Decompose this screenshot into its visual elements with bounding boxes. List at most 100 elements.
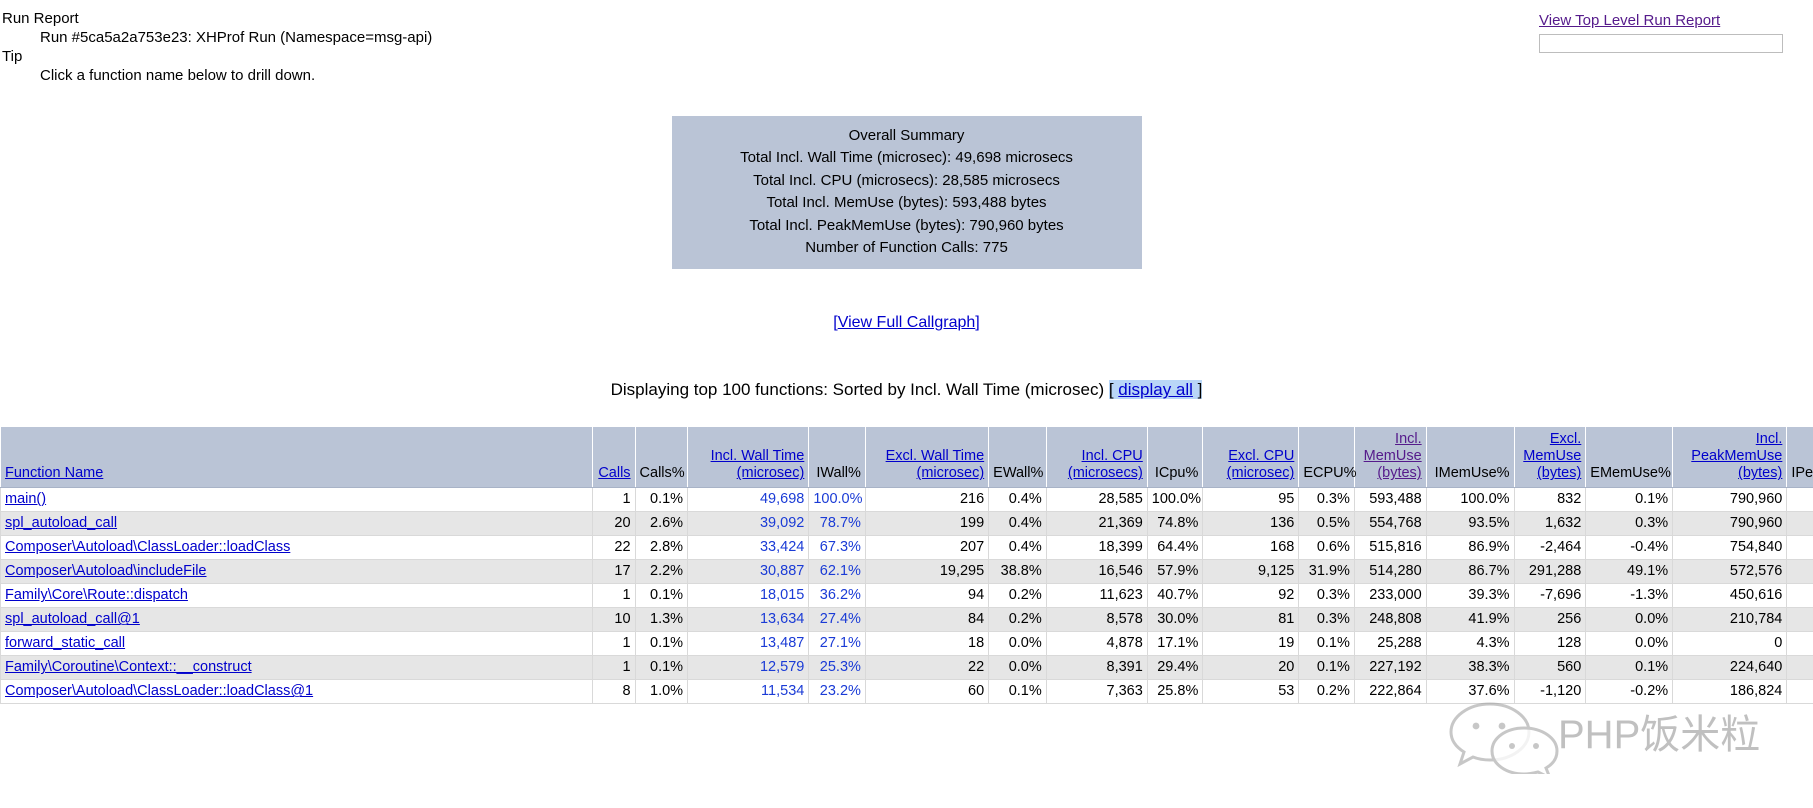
column-sort-link[interactable]: Incl. CPU (microsecs): [1068, 448, 1143, 481]
cell-function-name[interactable]: Family\Coroutine\Context::__construct: [0, 655, 594, 681]
summary-number-of-function-calls: Number of Function Calls: 775: [805, 239, 1008, 257]
cell-ememuse-pct: -0.4%: [1585, 535, 1674, 561]
column-header-excl-wall-time[interactable]: Excl. Wall Time (microsec): [864, 426, 990, 489]
cell-ewall-pct: 38.8%: [988, 559, 1047, 585]
table-row[interactable]: Composer\Autoload\ClassLoader::loadClass…: [0, 679, 1813, 705]
cell-incl-wall-time: 18,015: [687, 583, 810, 609]
cell-icpu-pct: 100.0%: [1146, 487, 1204, 513]
column-header-function-name[interactable]: Function Name: [0, 426, 594, 489]
cell-incl-peakmemuse: 790,960: [1672, 511, 1788, 537]
function-link[interactable]: spl_autoload_call: [5, 515, 117, 531]
column-sort-link[interactable]: Incl. PeakMemUse (bytes): [1691, 431, 1782, 481]
column-header-excl-cpu[interactable]: Excl. CPU (microsec): [1202, 426, 1300, 489]
cell-calls-pct: 1.3%: [634, 607, 689, 633]
cell-imemuse-pct: 100.0%: [1425, 487, 1515, 513]
wechat-logo-icon: [1449, 702, 1559, 782]
table-row[interactable]: Family\Coroutine\Context::__construct 1 0.…: [0, 655, 1813, 681]
cell-ewall-pct: 0.4%: [988, 511, 1047, 537]
column-label: ECPU%: [1303, 465, 1357, 482]
cell-calls-pct: 0.1%: [634, 655, 689, 681]
column-sort-link[interactable]: Function Name: [5, 465, 103, 481]
cell-incl-memuse: 25,288: [1353, 631, 1427, 657]
cell-ewall-pct: 0.0%: [988, 631, 1047, 657]
cell-excl-cpu: 19: [1202, 631, 1300, 657]
cell-iwall-pct: 78.7%: [808, 511, 866, 537]
cell-ecpu-pct: 31.9%: [1298, 559, 1355, 585]
cell-calls-pct: 2.2%: [634, 559, 689, 585]
cell-incl-memuse: 227,192: [1353, 655, 1427, 681]
column-sort-link[interactable]: Excl. MemUse (bytes): [1523, 431, 1581, 481]
function-link[interactable]: spl_autoload_call@1: [5, 611, 140, 627]
cell-incl-wall-time: 49,698: [687, 487, 810, 513]
function-link[interactable]: Composer\Autoload\includeFile: [5, 563, 207, 579]
column-sort-link[interactable]: Calls: [598, 465, 630, 481]
function-link[interactable]: Composer\Autoload\ClassLoader::loadClass…: [5, 683, 313, 699]
cell-icpu-pct: 30.0%: [1146, 607, 1204, 633]
cell-function-name[interactable]: spl_autoload_call: [0, 511, 594, 537]
cell-excl-cpu: 9,125: [1202, 559, 1300, 585]
table-row[interactable]: spl_autoload_call 20 2.6% 39,092 78.7% 199 0.4…: [0, 511, 1813, 537]
column-sort-link[interactable]: Incl. Wall Time (microsec): [711, 448, 805, 481]
cell-function-name[interactable]: Family\Core\Route::dispatch: [0, 583, 594, 609]
cell-function-name[interactable]: main(): [0, 487, 594, 513]
column-header-excl-memuse[interactable]: Excl. MemUse (bytes): [1513, 426, 1587, 489]
function-link[interactable]: Composer\Autoload\ClassLoader::loadClass: [5, 539, 290, 555]
cell-incl-peakmemuse: 224,640: [1672, 655, 1788, 681]
cell-calls-pct: 2.6%: [634, 511, 689, 537]
function-table-container[interactable]: Function Name Calls Calls% Incl. Wall Ti…: [0, 426, 1813, 705]
cell-incl-memuse: 233,000: [1353, 583, 1427, 609]
column-header-incl-memuse[interactable]: Incl. MemUse (bytes): [1353, 426, 1427, 489]
cell-iwall-pct: 27.4%: [808, 607, 866, 633]
cell-excl-cpu: 136: [1202, 511, 1300, 537]
column-header-icpu-pct: ICpu%: [1146, 426, 1204, 489]
table-row[interactable]: forward_static_call 1 0.1% 13,487 27.1% 18 0.0…: [0, 631, 1813, 657]
column-label: IPe: [1791, 465, 1813, 482]
cell-ememuse-pct: 0.0%: [1585, 607, 1674, 633]
cell-function-name[interactable]: Composer\Autoload\includeFile: [0, 559, 594, 585]
view-full-callgraph-link[interactable]: View Full Callgraph: [838, 314, 976, 331]
cell-ecpu-pct: 0.3%: [1298, 583, 1355, 609]
table-row[interactable]: Composer\Autoload\ClassLoader::loadClass…: [0, 535, 1813, 561]
column-sort-link[interactable]: Incl. MemUse (bytes): [1364, 431, 1422, 481]
table-row[interactable]: Family\Core\Route::dispatch 1 0.1% 18,015 36…: [0, 583, 1813, 609]
cell-imemuse-pct: 86.7%: [1425, 559, 1515, 585]
view-top-level-run-report-link[interactable]: View Top Level Run Report: [1539, 12, 1720, 29]
cell-iwall-pct: 62.1%: [808, 559, 866, 585]
column-header-incl-wall-time[interactable]: Incl. Wall Time (microsec): [687, 426, 810, 489]
cell-function-name[interactable]: Composer\Autoload\ClassLoader::loadClass: [0, 535, 594, 561]
table-row[interactable]: main() 1 0.1% 49,698 100.0% 216 0.4% 28,585 100.…: [0, 487, 1813, 513]
cell-ememuse-pct: 49.1%: [1585, 559, 1674, 585]
function-link[interactable]: forward_static_call: [5, 635, 125, 651]
column-header-incl-cpu[interactable]: Incl. CPU (microsecs): [1045, 426, 1148, 489]
cell-excl-wall-time: 19,295: [864, 559, 990, 585]
cell-incl-cpu: 8,391: [1045, 655, 1148, 681]
cell-incl-memuse: 593,488: [1353, 487, 1427, 513]
cell-imemuse-pct: 38.3%: [1425, 655, 1515, 681]
cell-excl-memuse: 832: [1513, 487, 1587, 513]
function-link[interactable]: main(): [5, 491, 46, 507]
run-id-input[interactable]: [1539, 34, 1783, 53]
cell-function-name[interactable]: Composer\Autoload\ClassLoader::loadClass…: [0, 679, 594, 705]
cell-calls: 1: [592, 487, 636, 513]
cell-calls: 22: [592, 535, 636, 561]
column-header-calls[interactable]: Calls: [592, 426, 636, 489]
cell-incl-wall-time: 30,887: [687, 559, 810, 585]
cell-excl-wall-time: 84: [864, 607, 990, 633]
function-link[interactable]: Family\Core\Route::dispatch: [5, 587, 188, 603]
column-sort-link[interactable]: Excl. Wall Time (microsec): [886, 448, 985, 481]
column-label: EMemUse%: [1590, 465, 1671, 482]
cell-function-name[interactable]: spl_autoload_call@1: [0, 607, 594, 633]
table-row[interactable]: spl_autoload_call@1 10 1.3% 13,634 27.4% 84 0.…: [0, 607, 1813, 633]
cell-function-name[interactable]: forward_static_call: [0, 631, 594, 657]
table-row[interactable]: Composer\Autoload\includeFile 17 2.2% 30,88…: [0, 559, 1813, 585]
function-link[interactable]: Family\Coroutine\Context::__construct: [5, 659, 252, 675]
overall-summary-section: Overall Summary Total Incl. Wall Time (m…: [0, 116, 1813, 270]
display-all-link[interactable]: display all: [1118, 380, 1193, 400]
report-header: Run Report Run #5ca5a2a753e23: XHProf Ru…: [0, 0, 1813, 85]
column-header-incl-peakmemuse[interactable]: Incl. PeakMemUse (bytes): [1672, 426, 1788, 489]
cell-ememuse-pct: 0.1%: [1585, 487, 1674, 513]
cell-incl-cpu: 8,578: [1045, 607, 1148, 633]
cell-excl-memuse: 291,288: [1513, 559, 1587, 585]
cell-ewall-pct: 0.1%: [988, 679, 1047, 705]
column-sort-link[interactable]: Excl. CPU (microsec): [1227, 448, 1295, 481]
